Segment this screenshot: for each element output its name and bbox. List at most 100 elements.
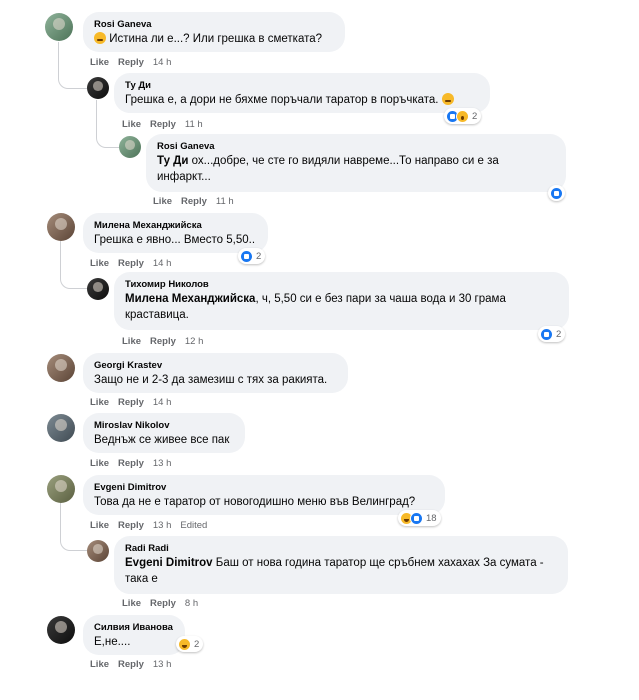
comment-bubble: Rosi Ganeva Истина ли е...? Или грешка в…	[83, 12, 345, 52]
comment-bubble: Miroslav Nikolov Веднъж се живее все пак	[83, 413, 245, 453]
comment-text: Милена Механджийска, ч, 5,50 си е без па…	[125, 293, 506, 321]
reply-button[interactable]: Reply	[118, 57, 144, 68]
thread-line	[60, 241, 87, 289]
like-button[interactable]: Like	[90, 520, 109, 531]
avatar[interactable]	[47, 213, 75, 241]
like-button[interactable]: Like	[122, 598, 141, 609]
like-button[interactable]: Like	[153, 196, 172, 207]
like-button[interactable]: Like	[90, 258, 109, 269]
comment-text: Защо не и 2-3 да замезиш с тях за ракият…	[94, 374, 328, 386]
reply-button[interactable]: Reply	[118, 258, 144, 269]
reaction-summary[interactable]: 2	[176, 636, 204, 652]
comment-actions: Like Reply 11 h	[153, 196, 243, 207]
reaction-count: 18	[426, 512, 437, 524]
reaction-summary[interactable]: 2	[238, 248, 266, 264]
timestamp[interactable]: 12 h	[185, 336, 204, 347]
comment-bubble: Radi Radi Evgeni Dimitrov Баш от нова го…	[114, 536, 568, 594]
comment-actions: Like Reply 8 h	[122, 598, 207, 609]
wow-reaction-icon	[456, 109, 469, 123]
comment-actions: Like Reply 12 h	[122, 336, 212, 347]
reply-button[interactable]: Reply	[150, 336, 176, 347]
avatar[interactable]	[47, 616, 75, 644]
comment-bubble: Rosi Ganeva Ту Ди ох...добре, че сте го …	[146, 134, 566, 192]
comment-author[interactable]: Georgi Krastev	[94, 359, 337, 372]
reaction-summary[interactable]: 18	[398, 510, 441, 526]
comment-actions: Like Reply 13 h	[90, 458, 180, 469]
edited-label[interactable]: Edited	[180, 520, 207, 531]
timestamp[interactable]: 8 h	[185, 598, 198, 609]
avatar[interactable]	[87, 77, 109, 99]
mention-link[interactable]: Evgeni Dimitrov	[125, 557, 213, 569]
reply-button[interactable]: Reply	[118, 397, 144, 408]
reaction-count: 2	[556, 328, 562, 340]
comment-text: Грешка е, а дори не бяхме поръчали тарат…	[125, 92, 479, 108]
timestamp[interactable]: 14 h	[153, 57, 172, 68]
timestamp[interactable]: 13 h	[153, 458, 172, 469]
like-button[interactable]: Like	[90, 57, 109, 68]
reaction-summary[interactable]: 2	[444, 108, 482, 124]
emoji-icon	[94, 32, 106, 44]
comment-bubble: Ту Ди Грешка е, а дори не бяхме поръчали…	[114, 73, 490, 113]
comment-actions: Like Reply 13 h	[90, 659, 180, 670]
comment-author[interactable]: Силвия Иванова	[94, 621, 174, 634]
mention-link[interactable]: Ту Ди	[157, 155, 188, 167]
like-reaction-icon	[240, 249, 253, 263]
comment-text: Истина ли е...? Или грешка в сметката?	[94, 31, 334, 47]
comment-text: Това да не е таратор от новогодишно меню…	[94, 496, 416, 508]
mention-link[interactable]: Милена Механджийска	[125, 293, 255, 305]
comment-author[interactable]: Милена Механджийска	[94, 219, 257, 232]
timestamp[interactable]: 13 h	[153, 659, 172, 670]
avatar[interactable]	[47, 414, 75, 442]
timestamp[interactable]: 11 h	[216, 196, 234, 207]
avatar[interactable]	[47, 475, 75, 503]
avatar[interactable]	[45, 13, 73, 41]
reply-button[interactable]: Reply	[118, 659, 144, 670]
comment-thread: Rosi Ganeva Истина ли е...? Или грешка в…	[0, 0, 639, 700]
emoji-icon	[441, 93, 454, 105]
timestamp[interactable]: 11 h	[185, 119, 203, 130]
like-button[interactable]: Like	[90, 659, 109, 670]
reply-button[interactable]: Reply	[150, 598, 176, 609]
like-button[interactable]: Like	[90, 397, 109, 408]
thread-line	[60, 500, 87, 551]
reaction-summary[interactable]: 2	[538, 326, 566, 342]
reaction-summary[interactable]	[548, 185, 565, 201]
comment-bubble: Georgi Krastev Защо не и 2-3 да замезиш …	[83, 353, 348, 393]
comment-bubble: Силвия Иванова Е,не....	[83, 615, 185, 655]
avatar[interactable]	[119, 136, 141, 158]
comment-text: Веднъж се живее все пак	[94, 434, 230, 446]
comment-text: Е,не....	[94, 636, 131, 648]
comment-bubble: Милена Механджийска Грешка е явно... Вме…	[83, 213, 268, 253]
reply-button[interactable]: Reply	[118, 520, 144, 531]
comment-bubble: Evgeni Dimitrov Това да не е таратор от …	[83, 475, 445, 515]
like-reaction-icon	[540, 327, 553, 341]
timestamp[interactable]: 14 h	[153, 397, 172, 408]
comment-author[interactable]: Evgeni Dimitrov	[94, 481, 434, 494]
reply-button[interactable]: Reply	[150, 119, 176, 130]
like-button[interactable]: Like	[90, 458, 109, 469]
comment-author[interactable]: Rosi Ganeva	[94, 18, 334, 31]
avatar[interactable]	[87, 540, 109, 562]
comment-actions: Like Reply 14 h	[90, 57, 180, 68]
reply-button[interactable]: Reply	[181, 196, 207, 207]
like-button[interactable]: Like	[122, 336, 141, 347]
comment-author[interactable]: Ту Ди	[125, 79, 479, 92]
like-button[interactable]: Like	[122, 119, 141, 130]
comment-author[interactable]: Rosi Ganeva	[157, 140, 555, 153]
comment-author[interactable]: Тихомир Николов	[125, 278, 558, 291]
avatar[interactable]	[47, 354, 75, 382]
reaction-count: 2	[194, 638, 200, 650]
timestamp[interactable]: 14 h	[153, 258, 172, 269]
avatar[interactable]	[87, 278, 109, 300]
haha-reaction-icon	[178, 637, 191, 651]
comment-actions: Like Reply 13 h Edited	[90, 520, 216, 531]
comment-author[interactable]: Radi Radi	[125, 542, 557, 555]
thread-line	[58, 42, 87, 89]
like-reaction-icon	[410, 511, 423, 525]
reply-button[interactable]: Reply	[118, 458, 144, 469]
like-reaction-icon	[550, 186, 563, 200]
reaction-count: 2	[472, 110, 478, 122]
comment-actions: Like Reply 11 h	[122, 119, 212, 130]
timestamp[interactable]: 13 h	[153, 520, 172, 531]
comment-author[interactable]: Miroslav Nikolov	[94, 419, 234, 432]
